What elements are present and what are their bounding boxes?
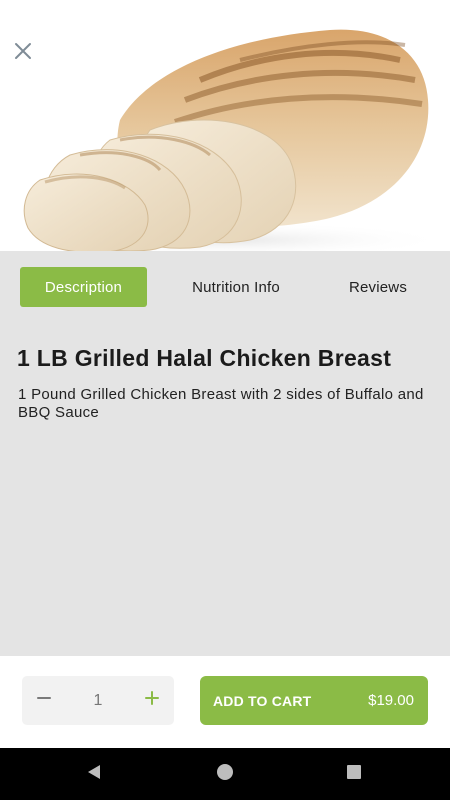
increase-quantity-button[interactable] (130, 676, 174, 725)
close-button[interactable] (14, 42, 48, 76)
product-image (0, 0, 450, 251)
recents-icon (346, 764, 362, 785)
tab-description[interactable]: Description (20, 267, 147, 307)
product-description: 1 Pound Grilled Chicken Breast with 2 si… (18, 386, 424, 421)
tab-bar: Description Nutrition Info Reviews (0, 267, 450, 307)
product-title: 1 LB Grilled Halal Chicken Breast (17, 345, 392, 371)
plus-icon (144, 690, 160, 711)
cart-bar: 1 ADD TO CART $19.00 (0, 656, 450, 748)
home-button[interactable] (212, 762, 238, 786)
home-icon (216, 763, 234, 786)
back-icon (85, 763, 103, 786)
quantity-value: 1 (93, 691, 103, 709)
tab-reviews[interactable]: Reviews (330, 267, 426, 307)
decrease-quantity-button[interactable] (22, 676, 66, 725)
add-to-cart-label: ADD TO CART (213, 692, 312, 709)
system-navigation-bar (0, 748, 450, 800)
add-to-cart-button[interactable]: ADD TO CART $19.00 (200, 676, 428, 725)
price-label: $19.00 (368, 692, 414, 709)
quantity-stepper: 1 (22, 676, 174, 725)
product-details: Description Nutrition Info Reviews 1 LB … (0, 251, 450, 656)
chicken-breast-illustration (10, 29, 450, 251)
tab-nutrition-info[interactable]: Nutrition Info (172, 267, 300, 307)
back-button[interactable] (81, 762, 107, 786)
recents-button[interactable] (341, 762, 367, 786)
minus-icon (36, 690, 52, 711)
